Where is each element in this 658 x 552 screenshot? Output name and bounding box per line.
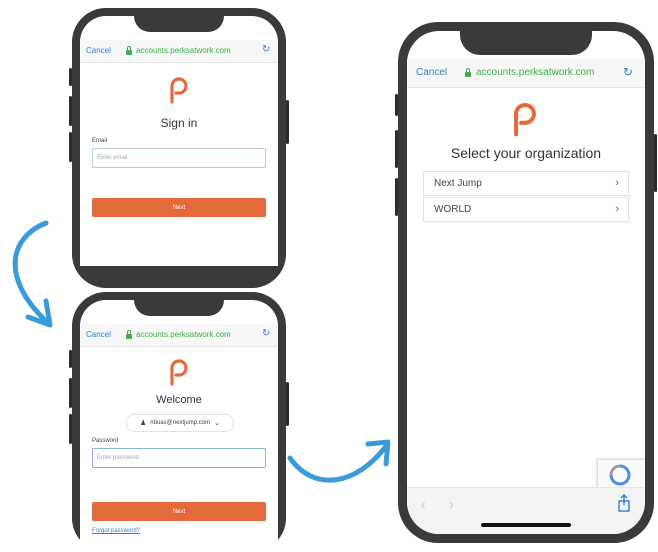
side-button	[286, 382, 289, 426]
browser-toolbar: ‹ ›	[407, 487, 645, 534]
lock-icon	[465, 68, 471, 77]
browser-url-bar: Cancel accounts.perksatwork.com ↻	[80, 40, 278, 63]
email-field[interactable]: Enter email	[92, 148, 266, 168]
side-button	[395, 178, 398, 216]
side-button	[69, 378, 72, 408]
lock-icon	[126, 46, 132, 55]
share-icon[interactable]	[617, 494, 631, 512]
side-button	[395, 94, 398, 116]
cancel-button[interactable]: Cancel	[416, 67, 447, 78]
next-button[interactable]: Next	[92, 502, 266, 521]
url-domain: accounts.perksatwork.com	[136, 330, 231, 339]
side-button	[286, 100, 289, 144]
phone-notch	[460, 31, 592, 55]
org-option-next-jump[interactable]: Next Jump ›	[423, 171, 629, 196]
side-button	[69, 96, 72, 126]
email-placeholder: Enter email	[97, 155, 128, 161]
flow-arrow-icon	[287, 439, 391, 483]
side-button	[69, 132, 72, 162]
back-icon[interactable]: ‹	[421, 496, 426, 512]
phone-select-org: Cancel accounts.perksatwork.com ↻ Select…	[395, 22, 657, 543]
phone-notch	[134, 300, 224, 316]
side-button	[395, 130, 398, 168]
home-indicator	[481, 523, 571, 527]
url-domain: accounts.perksatwork.com	[476, 67, 595, 78]
chevron-right-icon: ›	[615, 177, 619, 189]
side-button	[654, 134, 657, 192]
password-label: Password	[92, 438, 119, 444]
page-title: Welcome	[156, 394, 202, 406]
chevron-down-icon: ⌄	[214, 420, 220, 427]
flow-arrow-icon	[12, 220, 53, 328]
email-label: Email	[92, 138, 108, 144]
next-button[interactable]: Next	[92, 198, 266, 217]
password-placeholder: Enter password	[97, 455, 139, 461]
browser-url-bar: Cancel accounts.perksatwork.com ↻	[80, 324, 278, 347]
reload-icon[interactable]: ↻	[623, 65, 633, 79]
phone-notch	[134, 16, 224, 32]
forward-icon[interactable]: ›	[449, 496, 454, 512]
perks-logo-icon	[170, 359, 188, 386]
forgot-password-link[interactable]: Forgot password?	[92, 528, 140, 534]
phone-signin: Cancel accounts.perksatwork.com ↻ Sign i…	[69, 8, 289, 288]
lock-icon	[126, 330, 132, 339]
perks-logo-icon	[170, 77, 188, 104]
side-button	[69, 68, 72, 86]
welcome-screen: Cancel accounts.perksatwork.com ↻ Welcom…	[80, 300, 278, 552]
select-org-screen: Cancel accounts.perksatwork.com ↻ Select…	[407, 31, 645, 534]
account-chip[interactable]: ♟ nbuas@nextjump.com ⌄	[126, 414, 234, 432]
signin-screen: Cancel accounts.perksatwork.com ↻ Sign i…	[80, 16, 278, 266]
side-button	[69, 414, 72, 444]
password-field[interactable]: Enter password	[92, 448, 266, 468]
url-domain: accounts.perksatwork.com	[136, 46, 231, 55]
user-icon: ♟	[140, 420, 147, 427]
side-button	[69, 350, 72, 368]
chevron-right-icon: ›	[615, 203, 619, 215]
page-title: Sign in	[160, 116, 198, 130]
reload-icon[interactable]: ↻	[262, 328, 270, 339]
page-title: Select your organization	[450, 145, 602, 161]
cancel-button[interactable]: Cancel	[86, 46, 111, 55]
phone-welcome: Cancel accounts.perksatwork.com ↻ Welcom…	[69, 292, 289, 552]
org-option-label: Next Jump	[434, 178, 482, 189]
browser-url-bar: Cancel accounts.perksatwork.com ↻	[407, 59, 645, 88]
reload-icon[interactable]: ↻	[262, 44, 270, 55]
account-email: nbuas@nextjump.com	[150, 420, 211, 426]
org-option-world[interactable]: WORLD ›	[423, 197, 629, 222]
cancel-button[interactable]: Cancel	[86, 330, 111, 339]
org-option-label: WORLD	[434, 204, 472, 215]
perks-logo-icon	[514, 103, 536, 137]
